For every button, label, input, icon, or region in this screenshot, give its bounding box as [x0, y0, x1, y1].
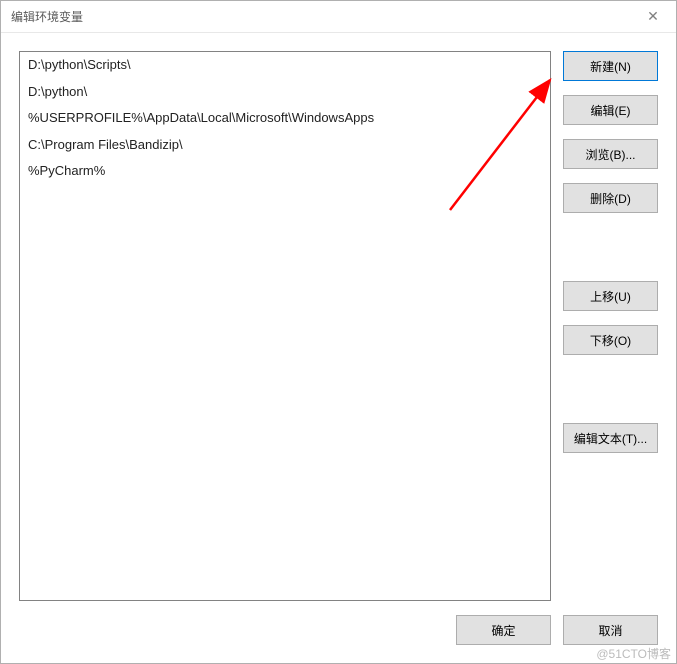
- side-button-column: 新建(N) 编辑(E) 浏览(B)... 删除(D) 上移(U) 下移(O) 编…: [563, 51, 658, 601]
- dialog-content: D:\python\Scripts\ D:\python\ %USERPROFI…: [1, 33, 676, 663]
- button-spacer: [563, 369, 658, 409]
- list-item[interactable]: C:\Program Files\Bandizip\: [20, 132, 550, 159]
- list-item[interactable]: %USERPROFILE%\AppData\Local\Microsoft\Wi…: [20, 105, 550, 132]
- new-button[interactable]: 新建(N): [563, 51, 658, 81]
- close-button[interactable]: ✕: [630, 1, 676, 33]
- dialog-title: 编辑环境变量: [11, 8, 630, 25]
- environment-variable-dialog: 编辑环境变量 ✕ D:\python\Scripts\ D:\python\ %…: [0, 0, 677, 664]
- list-item[interactable]: %PyCharm%: [20, 158, 550, 185]
- browse-button[interactable]: 浏览(B)...: [563, 139, 658, 169]
- cancel-button[interactable]: 取消: [563, 615, 658, 645]
- edit-button[interactable]: 编辑(E): [563, 95, 658, 125]
- edit-text-button[interactable]: 编辑文本(T)...: [563, 423, 658, 453]
- titlebar: 编辑环境变量 ✕: [1, 1, 676, 33]
- list-item[interactable]: D:\python\Scripts\: [20, 52, 550, 79]
- delete-button[interactable]: 删除(D): [563, 183, 658, 213]
- ok-button[interactable]: 确定: [456, 615, 551, 645]
- footer-buttons: 确定 取消: [19, 615, 658, 645]
- list-item[interactable]: D:\python\: [20, 79, 550, 106]
- button-spacer: [563, 227, 658, 267]
- main-row: D:\python\Scripts\ D:\python\ %USERPROFI…: [19, 51, 658, 601]
- close-icon: ✕: [647, 8, 659, 25]
- path-listbox[interactable]: D:\python\Scripts\ D:\python\ %USERPROFI…: [19, 51, 551, 601]
- move-down-button[interactable]: 下移(O): [563, 325, 658, 355]
- move-up-button[interactable]: 上移(U): [563, 281, 658, 311]
